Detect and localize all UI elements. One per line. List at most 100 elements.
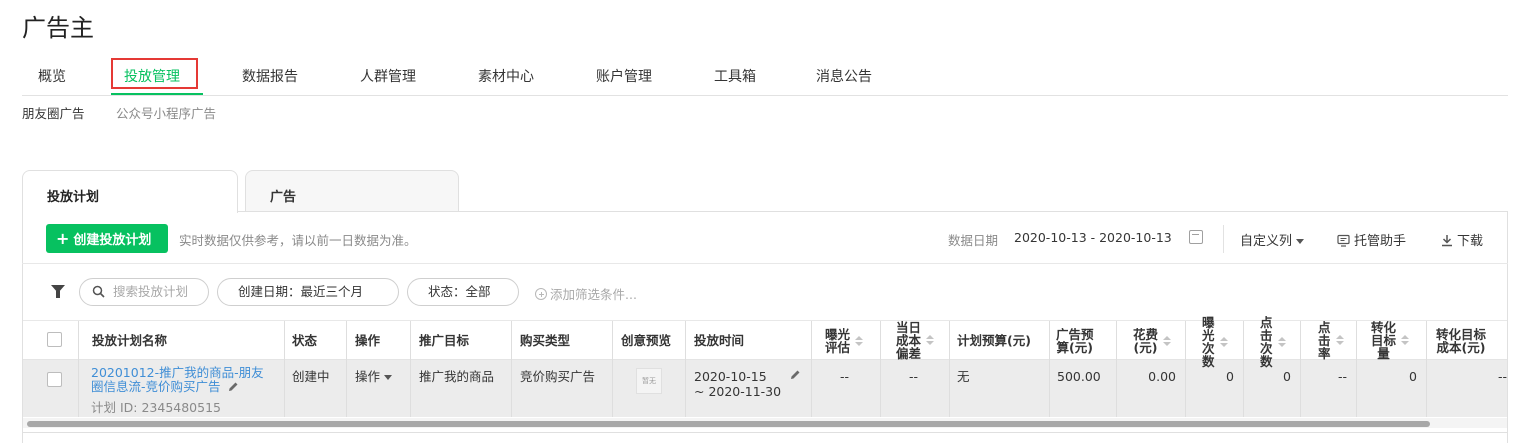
calendar-icon[interactable] (1189, 230, 1203, 244)
download-button[interactable]: 下载 (1441, 230, 1483, 249)
card-tab-plans-label: 投放计划 (47, 190, 100, 205)
col-header-ctr[interactable]: 点击率 (1318, 316, 1344, 364)
status-filter[interactable]: 状态：全部 (407, 278, 519, 306)
create-date-filter[interactable]: 创建日期：最近三个月 (217, 278, 399, 306)
edit-pencil-icon[interactable] (227, 380, 240, 393)
plan-name-link[interactable]: 20201012-推广我的商品-朋友圈信息流-竞价购买广告 (91, 366, 271, 394)
nav-tab-messages[interactable]: 消息公告 (816, 66, 872, 88)
active-tab-underline (111, 93, 203, 95)
data-date-label: 数据日期 (948, 233, 999, 248)
row-checkbox[interactable] (47, 372, 62, 387)
app-title: 广告主 (22, 14, 94, 42)
sort-icon (1163, 335, 1172, 346)
row-plan-budget: 无 (957, 369, 970, 384)
search-input[interactable] (113, 279, 199, 304)
header-line: 数 (1202, 354, 1215, 369)
sort-icon (1219, 337, 1228, 347)
download-icon (1442, 235, 1452, 247)
row-status: 创建中 (292, 369, 330, 384)
card-tab-plans[interactable]: 投放计划 (22, 170, 238, 213)
subnav-moments-ads[interactable]: 朋友圈广告 (22, 103, 85, 122)
column-divider (1116, 321, 1117, 417)
row-conversions: 0 (1409, 369, 1417, 384)
col-header-plan-name: 投放计划名称 (92, 333, 168, 348)
data-date-range[interactable]: 2020-10-13 - 2020-10-13 (1014, 230, 1172, 245)
nav-tab-overview[interactable]: 概览 (38, 66, 66, 88)
header-line: 量 (1377, 345, 1390, 361)
select-all-checkbox[interactable] (47, 332, 62, 347)
active-tab-highlight-box (111, 58, 198, 89)
edit-time-icon[interactable] (789, 368, 802, 381)
col-header-spend[interactable]: 花费 (元) (1133, 321, 1172, 360)
column-divider (612, 321, 613, 417)
custom-columns-dropdown[interactable]: 自定义列 (1240, 230, 1305, 249)
header-line: 数 (1260, 354, 1273, 369)
card-tab-ads[interactable]: 广告 (245, 170, 459, 212)
column-divider (949, 321, 950, 417)
add-filter-button[interactable]: 添加筛选条件... (535, 284, 637, 303)
search-icon (92, 285, 105, 298)
nav-tab-account[interactable]: 账户管理 (596, 66, 652, 88)
column-divider (1426, 321, 1427, 417)
creative-preview-thumbnail[interactable]: 暂无 (636, 368, 662, 394)
header-line: 率 (1318, 345, 1331, 361)
nav-tab-reports[interactable]: 数据报告 (242, 66, 298, 88)
column-divider (410, 321, 411, 417)
card-right-border (1507, 211, 1508, 443)
col-header-clicks[interactable]: 点击次数 (1260, 316, 1286, 368)
row-target: 推广我的商品 (419, 369, 495, 384)
column-divider (1300, 321, 1301, 417)
header-line: 成本(元) (1436, 339, 1486, 355)
sort-icon (855, 335, 864, 346)
header-line: 算(元) (1056, 339, 1093, 355)
col-header-conversion-cost: 转化目标 成本(元) (1436, 321, 1486, 360)
col-header-time: 投放时间 (694, 333, 745, 348)
nav-tab-assets[interactable]: 素材中心 (478, 66, 534, 88)
nav-tab-toolbox[interactable]: 工具箱 (714, 66, 756, 88)
row-time-end: ~ 2020-11-30 (694, 384, 782, 399)
sort-icon (1401, 335, 1410, 345)
filter-icon-stem (56, 291, 60, 298)
create-plan-button[interactable]: + 创建投放计划 (46, 224, 168, 253)
managed-assistant-label: 托管助手 (1354, 234, 1407, 249)
row-action-dropdown[interactable]: 操作 (355, 369, 393, 384)
column-divider (511, 321, 512, 417)
column-divider (1049, 321, 1050, 417)
column-divider (880, 321, 881, 417)
nav-tab-audience[interactable]: 人群管理 (360, 66, 416, 88)
column-divider (1356, 321, 1357, 417)
column-divider (78, 321, 79, 417)
toolbar-divider (1223, 225, 1224, 253)
download-label: 下载 (1457, 234, 1484, 249)
col-header-impressions[interactable]: 曝光次数 (1202, 316, 1228, 368)
col-header-action: 操作 (355, 333, 381, 348)
row-spend: 0.00 (1148, 369, 1176, 384)
sort-icon (1335, 335, 1344, 345)
row-ctr: -- (1337, 369, 1347, 384)
col-header-status: 状态 (292, 333, 318, 348)
horizontal-scrollbar-thumb[interactable] (27, 421, 1430, 427)
column-divider (1243, 321, 1244, 417)
row-exposure-eval: -- (840, 369, 850, 384)
row-action-label: 操作 (355, 369, 381, 384)
custom-columns-label: 自定义列 (1240, 234, 1293, 249)
sort-icon (926, 335, 935, 345)
row-conversion-cost: -- (1497, 369, 1507, 384)
realtime-data-hint: 实时数据仅供参考，请以前一日数据为准。 (179, 233, 417, 248)
card-tab-ads-label: 广告 (270, 190, 297, 205)
col-header-target: 推广目标 (419, 333, 470, 348)
toolbar-divider-line (22, 263, 1508, 264)
col-header-exposure-eval[interactable]: 曝光 评估 (825, 321, 864, 360)
subnav-official-miniprogram-ads[interactable]: 公众号小程序广告 (116, 103, 216, 122)
col-header-cost-deviation[interactable]: 当日 成本 偏差 (896, 316, 935, 364)
col-header-buy-type: 购买类型 (520, 333, 571, 348)
card-top-border (238, 211, 1508, 212)
search-box[interactable] (79, 278, 209, 306)
col-header-conversions[interactable]: 转化 目标量 (1371, 316, 1410, 364)
row-ad-budget: 500.00 (1057, 369, 1101, 384)
column-divider (685, 321, 686, 417)
row-buy-type: 竞价购买广告 (520, 369, 596, 384)
column-divider (284, 321, 285, 417)
column-divider (346, 321, 347, 417)
managed-assistant-button[interactable]: 托管助手 (1337, 230, 1406, 249)
